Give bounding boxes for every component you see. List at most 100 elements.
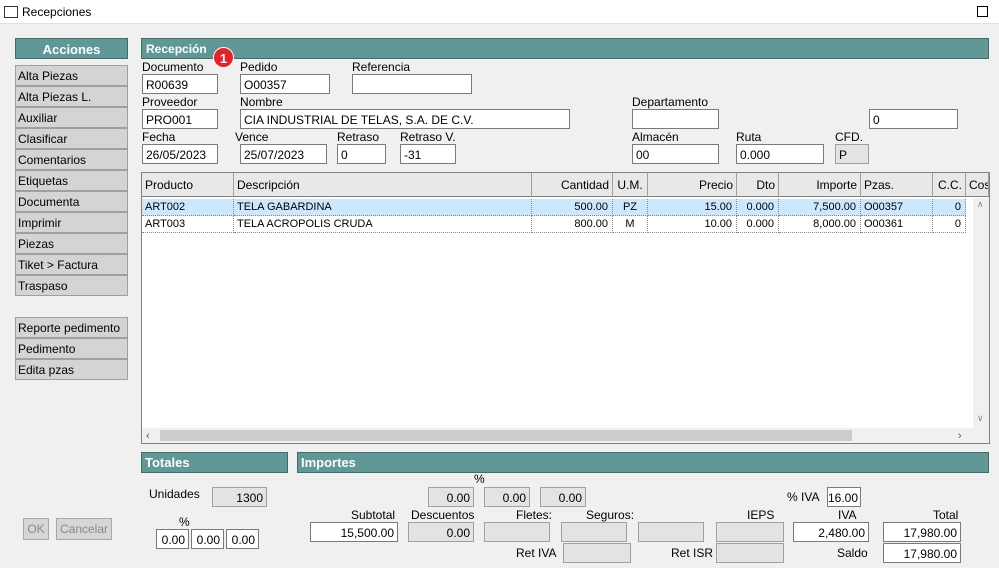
sidebar-button[interactable]: Clasificar <box>15 128 128 149</box>
importes-pct-label: % <box>474 472 485 486</box>
sidebar-button[interactable]: Pedimento <box>15 338 128 359</box>
sidebar-button[interactable]: Imprimir <box>15 212 128 233</box>
saldo-field: 17,980.00 <box>883 543 961 563</box>
total-label: Total <box>933 508 959 522</box>
subtotal-label: Subtotal <box>351 508 396 522</box>
vertical-scrollbar[interactable] <box>973 198 989 428</box>
title-bar <box>0 0 999 24</box>
horizontal-scroll-thumb[interactable] <box>160 430 852 441</box>
retraso-v-label: Retraso V. <box>400 130 456 144</box>
scroll-right-icon[interactable]: › <box>958 430 962 442</box>
sidebar-button[interactable]: Auxiliar <box>15 107 128 128</box>
proveedor-field[interactable]: PRO001 <box>142 109 218 129</box>
seguros-field <box>561 522 627 542</box>
vence-field[interactable]: 25/07/2023 <box>240 144 327 164</box>
sidebar-button[interactable]: Etiquetas <box>15 170 128 191</box>
grid-cell[interactable]: 0.000 <box>737 199 779 216</box>
sidebar-button[interactable]: Comentarios <box>15 149 128 170</box>
departamento-label: Departamento <box>632 95 709 109</box>
sidebar-button[interactable]: Documenta <box>15 191 128 212</box>
ret-isr-field <box>716 543 784 563</box>
documento-field[interactable]: R00639 <box>142 74 218 94</box>
acciones-header: Acciones <box>15 38 128 59</box>
column-header[interactable]: C.C. <box>933 173 966 197</box>
column-header[interactable]: Producto <box>142 173 234 197</box>
grid-cell[interactable]: ART003 <box>142 216 234 233</box>
scroll-up-icon[interactable]: ∧ <box>977 199 984 210</box>
grid-cell[interactable]: PZ <box>613 199 648 216</box>
grid-cell[interactable]: 8,000.00 <box>779 216 861 233</box>
ok-button[interactable]: OK <box>23 518 49 540</box>
column-header[interactable]: Descripción <box>234 173 532 197</box>
proveedor-label: Proveedor <box>142 95 198 109</box>
maximize-button[interactable] <box>977 6 988 17</box>
column-header[interactable]: Importe <box>779 173 861 197</box>
pedido-label: Pedido <box>240 60 278 74</box>
unidades-label: Unidades <box>149 487 200 501</box>
retraso-v-field[interactable]: -31 <box>400 144 456 164</box>
departamento-extra-field[interactable]: 0 <box>869 109 958 129</box>
fletes-field <box>484 522 550 542</box>
column-header[interactable]: Dto <box>737 173 779 197</box>
grid-cell[interactable]: 800.00 <box>532 216 613 233</box>
fecha-label: Fecha <box>142 130 176 144</box>
column-header[interactable]: U.M. <box>613 173 648 197</box>
sidebar-button[interactable]: Alta Piezas <box>15 65 128 86</box>
fecha-field[interactable]: 26/05/2023 <box>142 144 218 164</box>
sidebar-button[interactable]: Edita pzas <box>15 359 128 380</box>
grid-cell[interactable]: 15.00 <box>648 199 737 216</box>
cfd-label: CFD. <box>835 130 863 144</box>
ret-iva-label: Ret IVA <box>516 546 557 560</box>
grid-cell[interactable]: 0 <box>933 216 966 233</box>
cancel-button[interactable]: Cancelar <box>56 518 112 540</box>
almacen-field[interactable]: 00 <box>632 144 719 164</box>
unidades-field: 1300 <box>212 487 267 507</box>
totales-pct-label: % <box>179 515 190 529</box>
scroll-down-icon[interactable]: ∨ <box>977 413 984 424</box>
grid-cell[interactable]: 0 <box>933 199 966 216</box>
seguros-label: Seguros: <box>586 508 635 522</box>
ret-iva-field <box>563 543 631 563</box>
grid-cell[interactable]: 10.00 <box>648 216 737 233</box>
column-header[interactable]: Cantidad <box>532 173 613 197</box>
grid-cell[interactable]: 0.000 <box>737 216 779 233</box>
nombre-field[interactable]: CIA INDUSTRIAL DE TELAS, S.A. DE C.V. <box>240 109 570 129</box>
totales-pct-2[interactable]: 0.00 <box>191 529 224 549</box>
subtotal-field: 15,500.00 <box>310 522 398 542</box>
grid-cell[interactable]: ART002 <box>142 199 234 216</box>
cfd-field: P <box>835 144 869 164</box>
sidebar-button[interactable]: Alta Piezas L. <box>15 86 128 107</box>
referencia-field[interactable] <box>352 74 472 94</box>
sidebar-button[interactable]: Piezas <box>15 233 128 254</box>
grid-cell[interactable]: 7,500.00 <box>779 199 861 216</box>
column-header[interactable]: Pzas. <box>861 173 933 197</box>
retraso-field[interactable]: 0 <box>337 144 386 164</box>
departamento-field[interactable] <box>632 109 719 129</box>
almacen-label: Almacén <box>632 130 679 144</box>
grid-cell[interactable]: M <box>613 216 648 233</box>
grid-cell[interactable]: TELA GABARDINA <box>234 199 532 216</box>
pedido-field[interactable]: O00357 <box>240 74 330 94</box>
grid-cell[interactable]: TELA ACROPOLIS CRUDA <box>234 216 532 233</box>
totales-pct-1[interactable]: 0.00 <box>156 529 189 549</box>
recepcion-header: Recepción <box>141 38 989 59</box>
totales-pct-3[interactable]: 0.00 <box>226 529 259 549</box>
referencia-label: Referencia <box>352 60 411 74</box>
fletes-label: Fletes: <box>516 508 553 522</box>
window-title: Recepciones <box>22 5 92 19</box>
column-header[interactable]: Cos <box>966 173 989 197</box>
iva-pct-field[interactable]: 16.00 <box>827 487 861 507</box>
scroll-left-icon[interactable]: ‹ <box>146 430 150 442</box>
ret-isr-label: Ret ISR <box>671 546 714 560</box>
ruta-field[interactable]: 0.000 <box>736 144 824 164</box>
grid-cell[interactable]: O00357 <box>861 199 933 216</box>
importes-pct-1: 0.00 <box>428 487 474 507</box>
column-header[interactable]: Precio <box>648 173 737 197</box>
grid-cell[interactable]: 500.00 <box>532 199 613 216</box>
iva-label: IVA <box>838 508 857 522</box>
grid-cell[interactable]: O00361 <box>861 216 933 233</box>
sidebar-button[interactable]: Tiket > Factura <box>15 254 128 275</box>
importes-pct-2: 0.00 <box>484 487 530 507</box>
sidebar-button[interactable]: Traspaso <box>15 275 128 296</box>
sidebar-button[interactable]: Reporte pedimento <box>15 317 128 338</box>
